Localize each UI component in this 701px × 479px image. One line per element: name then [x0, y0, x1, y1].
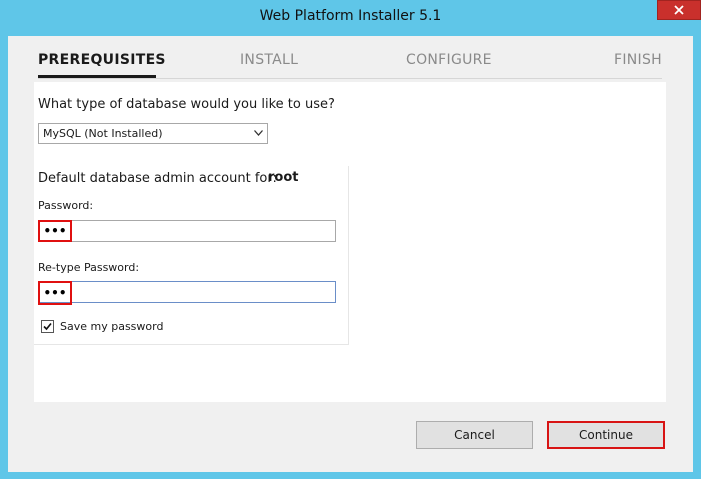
save-password-label[interactable]: Save my password	[60, 320, 163, 333]
chevron-down-icon	[254, 128, 263, 139]
window-title: Web Platform Installer 5.1	[259, 8, 442, 24]
password-masked-value: •••	[38, 220, 72, 242]
step-install: INSTALL	[240, 52, 299, 68]
close-icon	[674, 5, 684, 15]
admin-account-value: root	[268, 170, 299, 185]
database-type-selected: MySQL (Not Installed)	[43, 127, 163, 140]
database-question: What type of database would you like to …	[38, 97, 335, 112]
close-button[interactable]	[657, 0, 701, 20]
admin-account-label: Default database admin account for:	[38, 171, 277, 186]
password-label: Password:	[38, 199, 94, 212]
steps-divider	[38, 78, 662, 79]
step-finish: FINISH	[614, 52, 662, 68]
database-type-select[interactable]: MySQL (Not Installed)	[38, 123, 268, 144]
retype-password-label: Re-type Password:	[38, 261, 140, 274]
password-field[interactable]	[38, 220, 336, 242]
continue-button[interactable]: Continue	[547, 421, 665, 449]
retype-password-field[interactable]	[38, 281, 336, 303]
step-configure: CONFIGURE	[406, 52, 492, 68]
account-panel	[34, 166, 349, 345]
save-password-checkbox[interactable]	[41, 320, 54, 333]
checkmark-icon	[43, 322, 52, 331]
retype-password-masked-value: •••	[38, 281, 72, 305]
step-prerequisites: PREREQUISITES	[38, 52, 166, 68]
cancel-button[interactable]: Cancel	[416, 421, 533, 449]
